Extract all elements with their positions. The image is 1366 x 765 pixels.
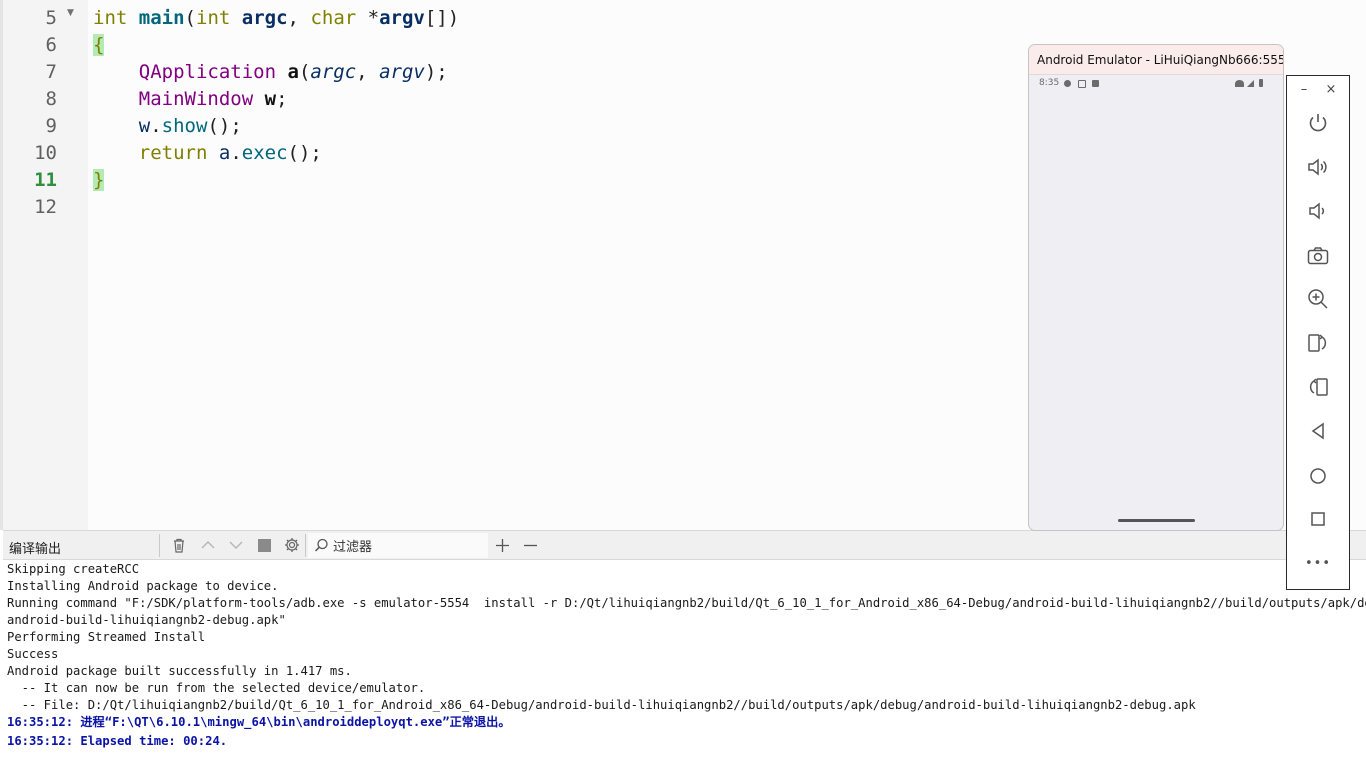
- toolbar-separator: [305, 534, 306, 557]
- stop-icon[interactable]: [254, 535, 274, 555]
- output-line: Performing Streamed Install: [7, 630, 206, 644]
- line-number: 6: [45, 34, 57, 56]
- filter-placeholder: 过滤器: [333, 540, 373, 555]
- filter-input[interactable]: 过滤器: [308, 533, 488, 558]
- output-pane-title: 编译输出: [9, 542, 62, 557]
- line-number: 12: [34, 196, 57, 218]
- gear-icon[interactable]: [282, 535, 302, 555]
- code-line[interactable]: 11 }: [0, 167, 1000, 194]
- status-time: 8:35: [1039, 78, 1060, 88]
- line-number: 9: [45, 115, 57, 137]
- gesture-nav-handle[interactable]: [1118, 519, 1195, 522]
- line-number: 5: [45, 7, 57, 29]
- minimize-button[interactable]: –: [1297, 82, 1311, 97]
- emulator-title: Android Emulator - LiHuiQiangNb666:5554: [1037, 53, 1284, 67]
- sd-card-icon: [1092, 80, 1099, 87]
- code-line[interactable]: 12: [0, 194, 1000, 221]
- volume-down-icon[interactable]: [1303, 196, 1333, 226]
- code-text: QApplication a(argc, argv);: [138, 61, 448, 83]
- compile-output-pane[interactable]: Skipping createRCC Installing Android pa…: [0, 561, 1366, 765]
- code-line[interactable]: 9 w.show();: [0, 113, 1000, 140]
- code-line[interactable]: 5 ▼ int main(int argc, char *argv[]): [0, 5, 1000, 32]
- overview-icon[interactable]: [1303, 504, 1333, 534]
- fold-arrow-icon[interactable]: ▼: [67, 8, 74, 18]
- arrow-down-icon[interactable]: [226, 535, 246, 555]
- plus-icon[interactable]: [492, 535, 512, 555]
- line-number: 7: [45, 61, 57, 83]
- trash-icon[interactable]: [169, 535, 189, 555]
- rotate-left-icon[interactable]: [1303, 328, 1333, 358]
- android-status-bar: 8:35: [1029, 76, 1283, 92]
- power-icon[interactable]: [1303, 108, 1333, 138]
- more-icon[interactable]: •••: [1303, 548, 1333, 578]
- output-line: Success: [7, 647, 59, 661]
- rotate-right-icon[interactable]: [1303, 372, 1333, 402]
- signal-icon: [1247, 80, 1254, 87]
- code-line[interactable]: 7 QApplication a(argc, argv);: [0, 59, 1000, 86]
- output-line: Skipping createRCC: [7, 562, 140, 576]
- shield-icon: [1064, 80, 1071, 87]
- line-number: 8: [45, 88, 57, 110]
- line-number-current: 11: [34, 169, 57, 191]
- code-line[interactable]: 8 MainWindow w;: [0, 86, 1000, 113]
- back-icon[interactable]: [1303, 416, 1333, 446]
- code-text: }: [93, 167, 105, 194]
- code-line[interactable]: 6 {: [0, 32, 1000, 59]
- battery-icon: [1259, 79, 1263, 87]
- toolbar-separator: [159, 534, 160, 557]
- output-line: Installing Android package to device.: [7, 579, 279, 593]
- line-number: 10: [34, 142, 57, 164]
- screen-icon: [1078, 80, 1086, 88]
- process-exit-message: 16:35:12: 进程“F:\QT\6.10.1\mingw_64\bin\a…: [7, 715, 511, 729]
- emulator-controls-panel: – × •••: [1286, 75, 1350, 590]
- output-line: -- File: D:/Qt/lihuiqiangnb2/build/Qt_6_…: [7, 698, 1196, 712]
- code-line[interactable]: 10 return a.exec();: [0, 140, 1000, 167]
- elapsed-time-message: 16:35:12: Elapsed time: 00:24.: [7, 734, 228, 748]
- home-icon[interactable]: [1303, 461, 1333, 491]
- output-line: android-build-lihuiqiangnb2-debug.apk": [7, 613, 286, 627]
- close-button[interactable]: ×: [1324, 82, 1338, 97]
- code-text: return a.exec();: [138, 142, 322, 164]
- code-text: {: [93, 32, 105, 59]
- volume-up-icon[interactable]: [1303, 152, 1333, 182]
- matched-brace: }: [93, 169, 105, 191]
- code-text: MainWindow w;: [138, 88, 288, 110]
- wifi-icon: [1235, 80, 1244, 87]
- camera-icon[interactable]: [1303, 241, 1333, 271]
- matched-brace: {: [93, 34, 105, 56]
- minus-icon[interactable]: [520, 535, 540, 555]
- zoom-icon[interactable]: [1303, 284, 1333, 314]
- code-text: w.show();: [138, 115, 242, 137]
- output-line: Android package built successfully in 1.…: [7, 664, 352, 678]
- emulator-titlebar[interactable]: Android Emulator - LiHuiQiangNb666:5554: [1029, 45, 1283, 75]
- output-line: Running command "F:/SDK/platform-tools/a…: [7, 596, 1366, 610]
- arrow-up-icon[interactable]: [198, 535, 218, 555]
- output-line: -- It can now be run from the selected d…: [7, 681, 426, 695]
- search-icon: [314, 538, 328, 552]
- code-text: int main(int argc, char *argv[]): [93, 7, 460, 29]
- output-toolbar: 编译输出 过滤器: [3, 530, 1366, 560]
- android-emulator-window[interactable]: Android Emulator - LiHuiQiangNb666:5554 …: [1028, 44, 1284, 531]
